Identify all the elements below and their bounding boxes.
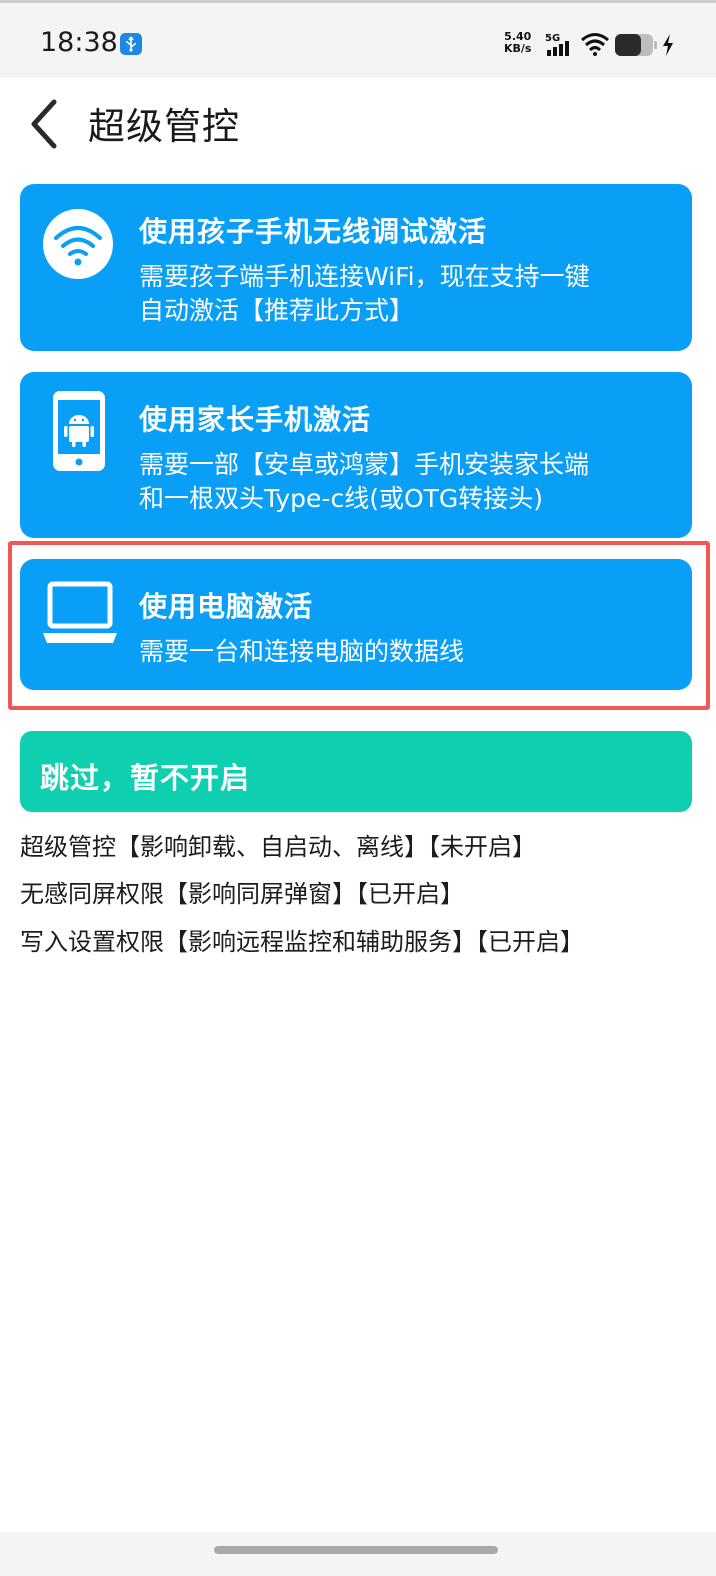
status-time: 18:38 [40,27,118,58]
selection-highlight-box [8,541,710,710]
usb-icon [120,33,142,55]
android-phone-icon [52,390,106,476]
navigation-bar [0,1532,716,1576]
page-title: 超级管控 [88,105,240,148]
permission-status-write-settings: 写入设置权限【影响远程监控和辅助服务】【已开启】 [20,928,584,956]
network-type: 5G [545,33,560,44]
option-title: 使用家长手机激活 [139,403,372,436]
skip-button-label: 跳过，暂不开启 [40,761,251,795]
option-desc-line: 和一根双头Type-c线(或OTG转接头) [139,484,544,513]
skip-button[interactable]: 跳过，暂不开启 [20,731,692,812]
net-speed: 5.40 KB/s [504,31,531,55]
battery-icon [614,33,658,61]
wifi-icon [42,208,114,284]
permission-status-super-control: 超级管控【影响卸载、自启动、离线】【未开启】 [20,833,536,861]
permission-status-screen-share: 无感同屏权限【影响同屏弹窗】【已开启】 [20,880,464,908]
home-indicator[interactable] [214,1546,498,1554]
status-bar: 18:38 5.40 KB/s 5G [0,0,716,78]
option-desc-line: 需要一部【安卓或鸿蒙】手机安装家长端 [139,450,590,479]
back-button[interactable] [22,96,70,152]
option-desc: 需要孩子端手机连接WiFi，现在支持一键 自动激活【推荐此方式】 [139,260,679,328]
signal-icon: 5G [545,32,575,62]
option-parent-phone-card[interactable]: 使用家长手机激活 需要一部【安卓或鸿蒙】手机安装家长端 和一根双头Type-c线… [20,372,692,538]
charging-icon [661,34,675,60]
option-title: 使用孩子手机无线调试激活 [139,215,488,248]
option-desc: 需要一部【安卓或鸿蒙】手机安装家长端 和一根双头Type-c线(或OTG转接头) [139,448,679,516]
option-desc-line: 需要孩子端手机连接WiFi，现在支持一键 [139,262,590,291]
option-desc-line: 自动激活【推荐此方式】 [139,296,415,325]
chevron-left-icon [31,99,57,149]
net-speed-unit: KB/s [504,42,532,55]
wifi-status-icon [580,32,610,60]
header: 超级管控 [0,78,716,174]
option-wireless-debug-card[interactable]: 使用孩子手机无线调试激活 需要孩子端手机连接WiFi，现在支持一键 自动激活【推… [20,184,692,351]
